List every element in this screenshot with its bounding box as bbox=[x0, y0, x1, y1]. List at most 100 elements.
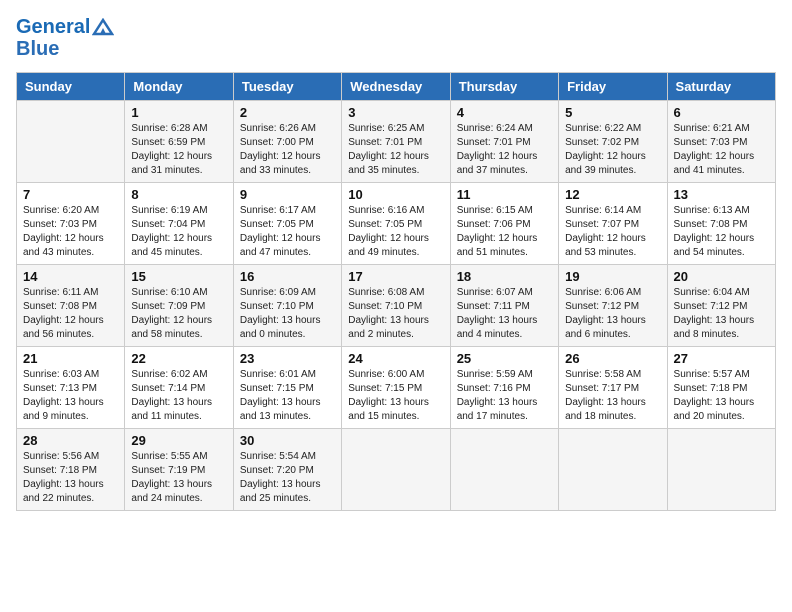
calendar-cell: 12 Sunrise: 6:14 AMSunset: 7:07 PMDayligh… bbox=[559, 183, 667, 265]
weekday-header-monday: Monday bbox=[125, 73, 233, 101]
calendar-cell: 18 Sunrise: 6:07 AMSunset: 7:11 PMDayligh… bbox=[450, 265, 558, 347]
day-info: Sunrise: 6:26 AMSunset: 7:00 PMDaylight:… bbox=[240, 122, 335, 178]
day-number: 16 bbox=[240, 269, 335, 284]
day-info: Sunrise: 6:14 AMSunset: 7:07 PMDaylight:… bbox=[565, 204, 660, 260]
day-info: Sunrise: 6:02 AMSunset: 7:14 PMDaylight:… bbox=[131, 368, 226, 424]
calendar-cell: 15 Sunrise: 6:10 AMSunset: 7:09 PMDayligh… bbox=[125, 265, 233, 347]
calendar-cell: 4 Sunrise: 6:24 AMSunset: 7:01 PMDaylight… bbox=[450, 101, 558, 183]
day-number: 28 bbox=[23, 433, 118, 448]
day-info: Sunrise: 6:22 AMSunset: 7:02 PMDaylight:… bbox=[565, 122, 660, 178]
day-number: 5 bbox=[565, 105, 660, 120]
day-number: 21 bbox=[23, 351, 118, 366]
day-number: 25 bbox=[457, 351, 552, 366]
day-number: 10 bbox=[348, 187, 443, 202]
calendar-cell: 13 Sunrise: 6:13 AMSunset: 7:08 PMDayligh… bbox=[667, 183, 775, 265]
calendar-cell: 11 Sunrise: 6:15 AMSunset: 7:06 PMDayligh… bbox=[450, 183, 558, 265]
day-number: 3 bbox=[348, 105, 443, 120]
calendar-cell: 14 Sunrise: 6:11 AMSunset: 7:08 PMDayligh… bbox=[17, 265, 125, 347]
day-info: Sunrise: 6:16 AMSunset: 7:05 PMDaylight:… bbox=[348, 204, 443, 260]
calendar-cell: 20 Sunrise: 6:04 AMSunset: 7:12 PMDayligh… bbox=[667, 265, 775, 347]
day-info: Sunrise: 5:58 AMSunset: 7:17 PMDaylight:… bbox=[565, 368, 660, 424]
day-number: 1 bbox=[131, 105, 226, 120]
day-number: 13 bbox=[674, 187, 769, 202]
day-number: 15 bbox=[131, 269, 226, 284]
weekday-header-thursday: Thursday bbox=[450, 73, 558, 101]
calendar-cell: 5 Sunrise: 6:22 AMSunset: 7:02 PMDaylight… bbox=[559, 101, 667, 183]
calendar-cell: 25 Sunrise: 5:59 AMSunset: 7:16 PMDayligh… bbox=[450, 347, 558, 429]
day-number: 11 bbox=[457, 187, 552, 202]
day-info: Sunrise: 6:08 AMSunset: 7:10 PMDaylight:… bbox=[348, 286, 443, 342]
calendar-cell: 29 Sunrise: 5:55 AMSunset: 7:19 PMDayligh… bbox=[125, 429, 233, 511]
day-info: Sunrise: 6:25 AMSunset: 7:01 PMDaylight:… bbox=[348, 122, 443, 178]
calendar-cell bbox=[667, 429, 775, 511]
day-info: Sunrise: 6:11 AMSunset: 7:08 PMDaylight:… bbox=[23, 286, 118, 342]
weekday-header-sunday: Sunday bbox=[17, 73, 125, 101]
day-info: Sunrise: 6:09 AMSunset: 7:10 PMDaylight:… bbox=[240, 286, 335, 342]
day-info: Sunrise: 6:20 AMSunset: 7:03 PMDaylight:… bbox=[23, 204, 118, 260]
calendar-cell bbox=[342, 429, 450, 511]
day-info: Sunrise: 6:01 AMSunset: 7:15 PMDaylight:… bbox=[240, 368, 335, 424]
calendar-cell bbox=[450, 429, 558, 511]
day-number: 8 bbox=[131, 187, 226, 202]
calendar-cell: 1 Sunrise: 6:28 AMSunset: 6:59 PMDaylight… bbox=[125, 101, 233, 183]
day-info: Sunrise: 5:59 AMSunset: 7:16 PMDaylight:… bbox=[457, 368, 552, 424]
calendar-cell: 16 Sunrise: 6:09 AMSunset: 7:10 PMDayligh… bbox=[233, 265, 341, 347]
calendar-cell: 23 Sunrise: 6:01 AMSunset: 7:15 PMDayligh… bbox=[233, 347, 341, 429]
calendar-cell: 28 Sunrise: 5:56 AMSunset: 7:18 PMDayligh… bbox=[17, 429, 125, 511]
day-info: Sunrise: 6:07 AMSunset: 7:11 PMDaylight:… bbox=[457, 286, 552, 342]
day-number: 19 bbox=[565, 269, 660, 284]
day-info: Sunrise: 6:24 AMSunset: 7:01 PMDaylight:… bbox=[457, 122, 552, 178]
day-number: 14 bbox=[23, 269, 118, 284]
day-number: 2 bbox=[240, 105, 335, 120]
calendar-cell: 26 Sunrise: 5:58 AMSunset: 7:17 PMDayligh… bbox=[559, 347, 667, 429]
day-number: 6 bbox=[674, 105, 769, 120]
calendar-cell: 7 Sunrise: 6:20 AMSunset: 7:03 PMDaylight… bbox=[17, 183, 125, 265]
day-number: 20 bbox=[674, 269, 769, 284]
day-info: Sunrise: 6:15 AMSunset: 7:06 PMDaylight:… bbox=[457, 204, 552, 260]
day-info: Sunrise: 6:03 AMSunset: 7:13 PMDaylight:… bbox=[23, 368, 118, 424]
calendar-cell: 22 Sunrise: 6:02 AMSunset: 7:14 PMDayligh… bbox=[125, 347, 233, 429]
day-info: Sunrise: 6:04 AMSunset: 7:12 PMDaylight:… bbox=[674, 286, 769, 342]
calendar-cell: 27Sunrise: 5:57 AMSunset: 7:18 PMDayligh… bbox=[667, 347, 775, 429]
page-header: General Blue bbox=[16, 16, 776, 60]
calendar-cell: 24 Sunrise: 6:00 AMSunset: 7:15 PMDayligh… bbox=[342, 347, 450, 429]
day-info: Sunrise: 6:00 AMSunset: 7:15 PMDaylight:… bbox=[348, 368, 443, 424]
calendar-cell: 6 Sunrise: 6:21 AMSunset: 7:03 PMDaylight… bbox=[667, 101, 775, 183]
weekday-header-friday: Friday bbox=[559, 73, 667, 101]
calendar-cell: 9 Sunrise: 6:17 AMSunset: 7:05 PMDaylight… bbox=[233, 183, 341, 265]
calendar-cell: 10 Sunrise: 6:16 AMSunset: 7:05 PMDayligh… bbox=[342, 183, 450, 265]
day-number: 22 bbox=[131, 351, 226, 366]
day-info: Sunrise: 6:13 AMSunset: 7:08 PMDaylight:… bbox=[674, 204, 769, 260]
day-info: Sunrise: 5:54 AMSunset: 7:20 PMDaylight:… bbox=[240, 450, 335, 506]
day-number: 12 bbox=[565, 187, 660, 202]
day-number: 24 bbox=[348, 351, 443, 366]
logo-text: General Blue bbox=[16, 16, 114, 60]
day-number: 30 bbox=[240, 433, 335, 448]
day-info: Sunrise: 5:55 AMSunset: 7:19 PMDaylight:… bbox=[131, 450, 226, 506]
day-info: Sunrise: 6:21 AMSunset: 7:03 PMDaylight:… bbox=[674, 122, 769, 178]
day-info: Sunrise: 6:19 AMSunset: 7:04 PMDaylight:… bbox=[131, 204, 226, 260]
calendar-cell bbox=[559, 429, 667, 511]
day-number: 23 bbox=[240, 351, 335, 366]
weekday-header-tuesday: Tuesday bbox=[233, 73, 341, 101]
day-number: 4 bbox=[457, 105, 552, 120]
day-info: Sunrise: 6:17 AMSunset: 7:05 PMDaylight:… bbox=[240, 204, 335, 260]
calendar-cell: 19 Sunrise: 6:06 AMSunset: 7:12 PMDayligh… bbox=[559, 265, 667, 347]
calendar-cell: 30 Sunrise: 5:54 AMSunset: 7:20 PMDayligh… bbox=[233, 429, 341, 511]
day-number: 17 bbox=[348, 269, 443, 284]
day-number: 26 bbox=[565, 351, 660, 366]
day-number: 9 bbox=[240, 187, 335, 202]
logo: General Blue bbox=[16, 16, 114, 60]
day-number: 29 bbox=[131, 433, 226, 448]
calendar-cell: 2 Sunrise: 6:26 AMSunset: 7:00 PMDaylight… bbox=[233, 101, 341, 183]
day-info: Sunrise: 6:28 AMSunset: 6:59 PMDaylight:… bbox=[131, 122, 226, 178]
day-number: 7 bbox=[23, 187, 118, 202]
weekday-header-wednesday: Wednesday bbox=[342, 73, 450, 101]
day-info: Sunrise: 6:06 AMSunset: 7:12 PMDaylight:… bbox=[565, 286, 660, 342]
day-info: Sunrise: 5:56 AMSunset: 7:18 PMDaylight:… bbox=[23, 450, 118, 506]
day-info: Sunrise: 5:57 AMSunset: 7:18 PMDaylight:… bbox=[674, 368, 769, 424]
day-number: 18 bbox=[457, 269, 552, 284]
day-info: Sunrise: 6:10 AMSunset: 7:09 PMDaylight:… bbox=[131, 286, 226, 342]
calendar-cell: 8 Sunrise: 6:19 AMSunset: 7:04 PMDaylight… bbox=[125, 183, 233, 265]
calendar-cell: 21 Sunrise: 6:03 AMSunset: 7:13 PMDayligh… bbox=[17, 347, 125, 429]
